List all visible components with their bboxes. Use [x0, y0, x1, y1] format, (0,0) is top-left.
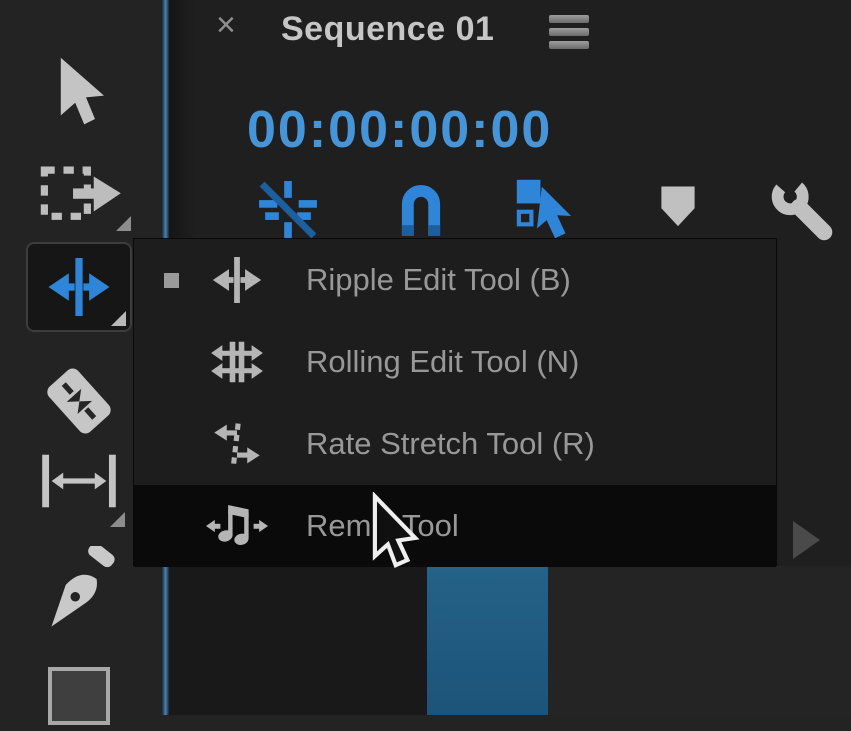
remix-tool-icon — [206, 501, 268, 551]
pen-tool-icon — [42, 546, 118, 638]
tab-close-icon[interactable]: × — [216, 8, 236, 42]
razor-tool-button[interactable] — [40, 356, 118, 451]
snap-magnet-icon — [392, 180, 450, 240]
timeline-track-area-right — [548, 566, 851, 715]
rectangle-tool-button[interactable] — [47, 666, 111, 731]
nest-sequences-icon — [256, 178, 320, 242]
snap-toggle-button[interactable] — [392, 180, 450, 245]
pen-tool-button[interactable] — [42, 546, 118, 643]
track-select-forward-icon — [38, 158, 124, 230]
slip-tool-icon — [38, 450, 120, 512]
ripple-edit-icon — [46, 258, 112, 316]
linked-selection-button[interactable] — [514, 177, 578, 246]
slip-tool-button[interactable] — [38, 450, 120, 517]
flyout-indicator-icon — [111, 311, 126, 326]
add-marker-button[interactable] — [658, 184, 698, 235]
track-select-forward-tool-button[interactable] — [38, 158, 124, 235]
timeline-track-area — [169, 566, 427, 715]
menu-item-label: Rolling Edit Tool (N) — [306, 344, 776, 380]
rate-stretch-icon — [212, 421, 262, 467]
nest-sequences-button[interactable] — [256, 178, 320, 247]
mouse-pointer-icon — [371, 492, 423, 581]
timeline-settings-button[interactable] — [768, 176, 836, 249]
selected-check-icon — [164, 273, 179, 288]
menu-item-ripple-edit-tool[interactable]: Ripple Edit Tool (B) — [134, 239, 776, 321]
flyout-indicator-icon — [116, 216, 131, 231]
timeline-clip[interactable] — [427, 566, 548, 715]
timeline-settings-wrench-icon — [768, 176, 836, 244]
menu-item-rate-stretch-tool[interactable]: Rate Stretch Tool (R) — [134, 403, 776, 485]
rolling-edit-icon — [210, 339, 264, 385]
selection-tool-button[interactable] — [46, 56, 108, 133]
playhead-timecode[interactable]: 00:00:00:00 — [247, 100, 552, 160]
tab-title[interactable]: Sequence 01 — [281, 10, 494, 49]
menu-item-label: Ripple Edit Tool (B) — [306, 262, 776, 298]
razor-tool-icon — [40, 356, 118, 446]
add-marker-icon — [658, 184, 698, 230]
tool-flyout-menu: Ripple Edit Tool (B) Rolling Edit Tool (… — [133, 238, 777, 566]
flyout-indicator-icon — [110, 512, 125, 527]
ripple-edit-icon — [211, 257, 263, 303]
menu-item-rolling-edit-tool[interactable]: Rolling Edit Tool (N) — [134, 321, 776, 403]
rectangle-tool-icon — [47, 666, 111, 726]
selection-tool-icon — [46, 56, 108, 128]
ripple-edit-tool-button[interactable] — [26, 242, 132, 332]
linked-selection-icon — [514, 177, 578, 241]
panel-menu-hamburger-icon[interactable] — [549, 15, 589, 54]
right-triangle-icon[interactable] — [793, 521, 820, 559]
menu-item-remix-tool[interactable]: Remix Tool — [134, 485, 776, 567]
menu-item-label: Rate Stretch Tool (R) — [306, 426, 776, 462]
